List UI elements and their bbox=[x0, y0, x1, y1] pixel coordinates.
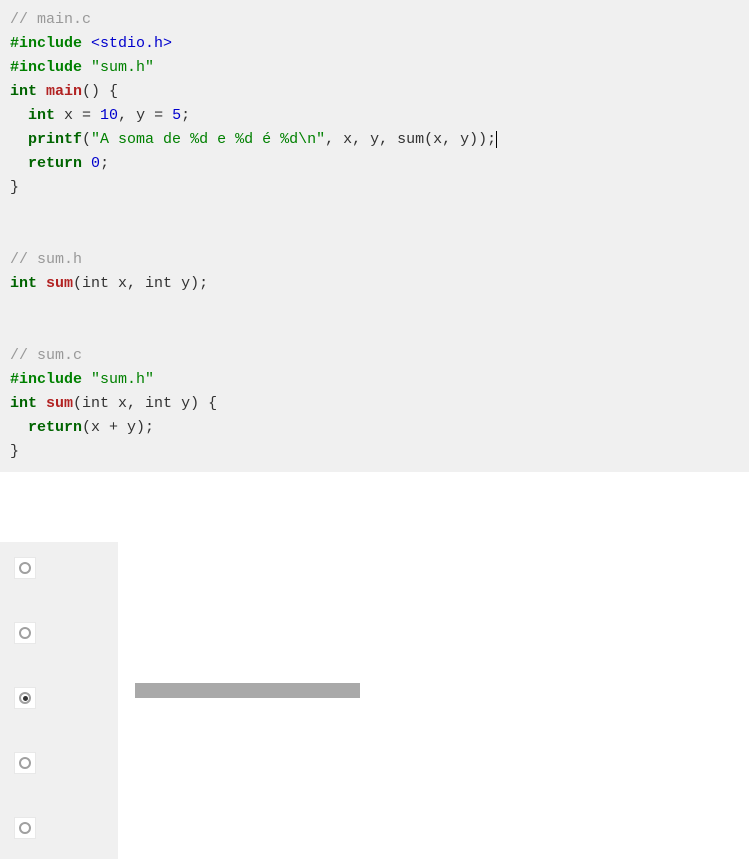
radio-wrap[interactable] bbox=[14, 687, 36, 709]
radio-wrap[interactable] bbox=[14, 752, 36, 774]
text-cursor bbox=[496, 131, 497, 148]
radio-icon bbox=[19, 757, 31, 769]
code-text: , x, y, sum(x, y)); bbox=[325, 131, 496, 148]
code-text: , y = bbox=[118, 107, 172, 124]
func-main: main bbox=[46, 83, 82, 100]
code-text: ( bbox=[82, 131, 91, 148]
indent bbox=[10, 155, 28, 172]
code-text: (x + y); bbox=[82, 419, 154, 436]
include-file: "sum.h" bbox=[91, 371, 154, 388]
func-sum: sum bbox=[46, 395, 73, 412]
code-text: (int x, int y); bbox=[73, 275, 208, 292]
keyword-return: return bbox=[28, 155, 82, 172]
option-row[interactable] bbox=[14, 817, 104, 839]
include-directive: #include bbox=[10, 371, 82, 388]
indent bbox=[10, 107, 28, 124]
number: 0 bbox=[91, 155, 100, 172]
comment-sum-c: // sum.c bbox=[10, 347, 82, 364]
keyword-return: return bbox=[28, 419, 82, 436]
radio-wrap[interactable] bbox=[14, 557, 36, 579]
radio-icon bbox=[19, 627, 31, 639]
include-file: <stdio.h> bbox=[91, 35, 172, 52]
redacted-bar bbox=[135, 683, 360, 698]
radio-icon bbox=[19, 692, 31, 704]
type-int: int bbox=[28, 107, 55, 124]
code-text: ; bbox=[181, 107, 190, 124]
radio-wrap[interactable] bbox=[14, 817, 36, 839]
string-literal: "A soma de %d e %d é %d\n" bbox=[91, 131, 325, 148]
radio-icon bbox=[19, 562, 31, 574]
number: 5 bbox=[172, 107, 181, 124]
number: 10 bbox=[100, 107, 118, 124]
func-sum: sum bbox=[46, 275, 73, 292]
type-int: int bbox=[10, 275, 37, 292]
comment-main-c: // main.c bbox=[10, 11, 91, 28]
radio-icon bbox=[19, 822, 31, 834]
indent bbox=[10, 419, 28, 436]
option-row[interactable] bbox=[14, 622, 104, 644]
code-text: } bbox=[10, 179, 19, 196]
include-directive: #include bbox=[10, 35, 82, 52]
include-file: "sum.h" bbox=[91, 59, 154, 76]
option-row[interactable] bbox=[14, 687, 104, 709]
type-int: int bbox=[10, 83, 37, 100]
option-row[interactable] bbox=[14, 557, 104, 579]
code-block: // main.c #include <stdio.h> #include "s… bbox=[0, 0, 749, 472]
code-text: x = bbox=[55, 107, 100, 124]
comment-sum-h: // sum.h bbox=[10, 251, 82, 268]
type-int: int bbox=[10, 395, 37, 412]
code-text bbox=[82, 155, 91, 172]
option-row[interactable] bbox=[14, 752, 104, 774]
code-text: ; bbox=[100, 155, 109, 172]
code-text: } bbox=[10, 443, 19, 460]
code-text: () { bbox=[82, 83, 118, 100]
indent bbox=[10, 131, 28, 148]
quiz-options bbox=[0, 542, 118, 859]
include-directive: #include bbox=[10, 59, 82, 76]
radio-wrap[interactable] bbox=[14, 622, 36, 644]
code-text: (int x, int y) { bbox=[73, 395, 217, 412]
func-printf: printf bbox=[28, 131, 82, 148]
